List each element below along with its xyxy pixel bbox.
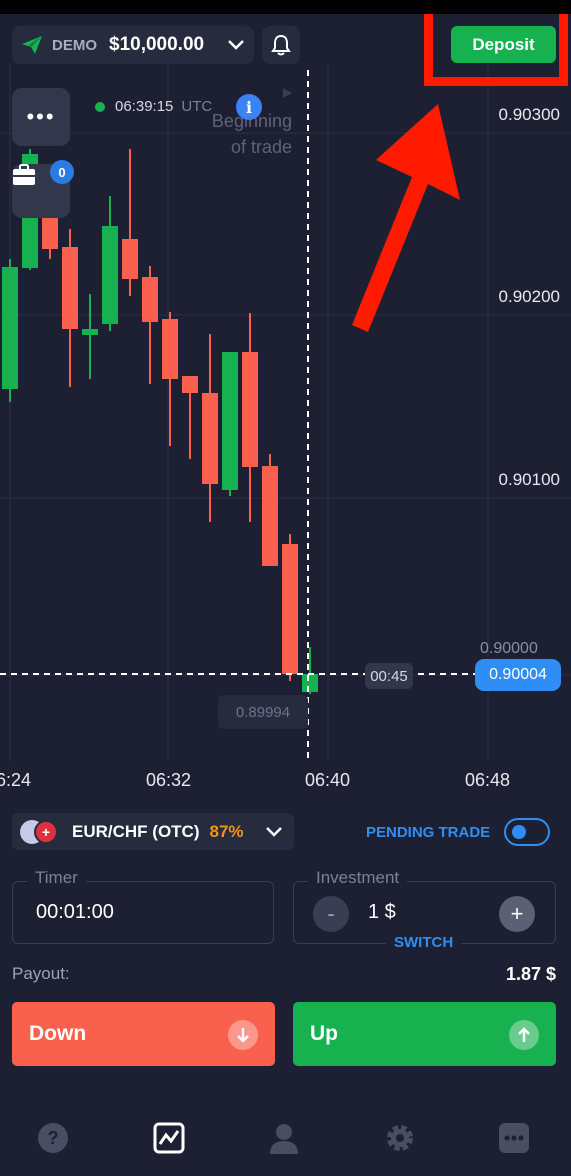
countdown-tag: 00:45 xyxy=(365,663,413,689)
asset-name: EUR/CHF (OTC) xyxy=(72,821,200,841)
hidden-price-label: 0.90000 xyxy=(480,640,538,657)
pending-trade-label: PENDING TRADE xyxy=(366,824,491,841)
candle-body xyxy=(262,466,278,566)
chevron-down-icon xyxy=(228,40,244,50)
candle-body xyxy=(2,267,18,389)
annotation-arrow xyxy=(352,104,460,332)
profile-nav-button[interactable] xyxy=(264,1118,304,1158)
chart-icon xyxy=(153,1122,185,1154)
currency-flags: + xyxy=(20,819,60,844)
time-label: 6:24 xyxy=(0,770,32,790)
account-selector[interactable]: DEMO $10,000.00 xyxy=(12,26,254,64)
candle-body xyxy=(242,352,258,467)
deposit-button[interactable]: Deposit xyxy=(451,26,556,63)
time-label: 06:48 xyxy=(465,770,511,790)
account-type: DEMO xyxy=(52,36,97,54)
arrow-down-icon xyxy=(228,1020,258,1050)
clock-time: 06:39:15 xyxy=(115,98,174,115)
asset-selector[interactable]: + EUR/CHF (OTC) 87% xyxy=(12,813,294,850)
briefcase-icon xyxy=(13,164,35,185)
candle-body xyxy=(302,674,318,692)
help-icon: ? xyxy=(38,1123,68,1153)
candle-body xyxy=(202,393,218,484)
bottom-navigation: ? xyxy=(0,1118,571,1168)
notifications-button[interactable] xyxy=(262,26,300,64)
gear-icon xyxy=(387,1125,413,1151)
more-nav-button[interactable] xyxy=(494,1118,534,1158)
user-icon xyxy=(270,1124,298,1154)
pending-trade-toggle[interactable] xyxy=(504,818,550,846)
live-dot xyxy=(95,101,105,112)
candle-body xyxy=(82,329,98,335)
candle-body xyxy=(282,544,298,674)
increase-investment-button[interactable]: + xyxy=(499,896,535,932)
down-label: Down xyxy=(29,1022,87,1045)
payout-label: Payout: xyxy=(12,964,70,983)
current-price-tag: 0.90004 xyxy=(475,659,561,691)
payout-value: 1.87 $ xyxy=(505,964,556,984)
low-price-tag: 0.89994 xyxy=(218,695,308,729)
price-label: 0.90200 xyxy=(498,287,560,306)
chart-nav-button[interactable] xyxy=(149,1118,189,1158)
up-button[interactable]: Up xyxy=(293,1002,556,1066)
switch-button[interactable]: SWITCH xyxy=(386,934,462,951)
beginning-line-2: of trade xyxy=(230,137,292,157)
investment-value[interactable]: 1 $ xyxy=(368,901,396,924)
svg-text:?: ? xyxy=(48,1128,59,1148)
candle-body xyxy=(102,226,118,324)
timer-field[interactable]: Timer 00:01:00 xyxy=(12,868,274,944)
arrow-up-icon xyxy=(509,1020,539,1050)
decrease-investment-button[interactable]: - xyxy=(313,896,349,932)
help-nav-button[interactable]: ? xyxy=(33,1118,73,1158)
trading-app: 06:39:15 UTC Beginning of trade i 0.9030… xyxy=(0,14,571,1176)
bell-icon xyxy=(271,34,291,56)
time-label: 06:40 xyxy=(305,770,351,790)
up-label: Up xyxy=(310,1022,338,1045)
price-label: 0.90300 xyxy=(498,105,560,124)
candle-body xyxy=(222,352,238,490)
paper-plane-icon xyxy=(22,36,42,54)
more-menu-button[interactable]: ••• xyxy=(12,88,70,146)
asset-payout-percent: 87% xyxy=(209,821,244,841)
toggle-knob xyxy=(512,825,526,839)
timer-label: Timer xyxy=(27,868,86,888)
dots-icon: ••• xyxy=(26,104,56,129)
chevron-down-icon xyxy=(266,827,282,837)
settings-nav-button[interactable] xyxy=(380,1118,420,1158)
swiss-flag-icon: + xyxy=(34,819,58,844)
candle-body xyxy=(142,277,158,322)
candle-body xyxy=(62,247,78,329)
down-button[interactable]: Down xyxy=(12,1002,275,1066)
more-icon xyxy=(499,1123,529,1153)
timer-value[interactable]: 00:01:00 xyxy=(36,901,114,924)
candle-body xyxy=(122,239,138,279)
candle-body xyxy=(182,376,198,393)
info-icon[interactable]: i xyxy=(236,94,262,120)
account-balance: $10,000.00 xyxy=(109,34,205,55)
investment-label: Investment xyxy=(308,868,408,888)
time-label: 06:32 xyxy=(146,770,192,790)
play-icon xyxy=(283,88,292,98)
candle-body xyxy=(162,319,178,379)
price-label: 0.90100 xyxy=(498,470,560,489)
price-chart[interactable]: 06:39:15 UTC Beginning of trade i 0.9030… xyxy=(0,14,571,814)
open-trades-badge: 0 xyxy=(50,160,74,184)
